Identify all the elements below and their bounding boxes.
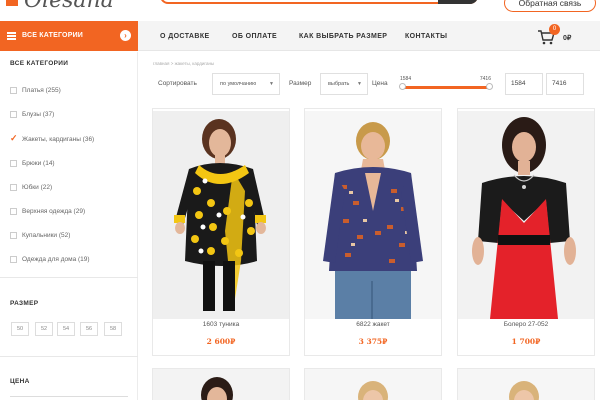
sort-select[interactable]: по умолчанию ▼ xyxy=(212,73,280,95)
size-select[interactable]: выбрать ▼ xyxy=(320,73,368,95)
sidebar-divider xyxy=(0,277,138,278)
category-label: Брюки (14) xyxy=(22,160,55,167)
size-chip[interactable]: 54 xyxy=(57,322,75,336)
product-name[interactable]: Болеро 27-052 xyxy=(458,321,594,328)
size-chip[interactable]: 50 xyxy=(11,322,29,336)
checkbox[interactable] xyxy=(10,232,17,239)
chevron-down-icon: ▼ xyxy=(269,81,274,87)
nav-link-size-guide[interactable]: КАК ВЫБРАТЬ РАЗМЕР xyxy=(299,33,387,40)
callback-button[interactable]: Обратная связь xyxy=(504,0,596,12)
product-image[interactable] xyxy=(305,369,442,400)
checkbox[interactable] xyxy=(10,184,17,191)
slider-track[interactable] xyxy=(402,86,492,89)
price-max-input[interactable]: 7416 xyxy=(546,73,584,95)
category-label: Верхняя одежда (29) xyxy=(22,208,86,215)
chevron-right-icon: › xyxy=(120,30,131,41)
category-label: Юбки (22) xyxy=(22,184,53,191)
size-select-value: выбрать xyxy=(328,81,350,87)
product-price: 2 600₽ xyxy=(206,337,236,346)
main-navbar: ВСЕ КАТЕГОРИИ › О ДОСТАВКЕ ОБ ОПЛАТЕ КАК… xyxy=(0,21,600,51)
product-card[interactable]: 6822 жакет 3 375₽ xyxy=(304,108,442,356)
sort-label: Сортировать xyxy=(158,80,197,87)
checkmark-icon[interactable]: ✓ xyxy=(10,133,18,144)
size-chip[interactable]: 52 xyxy=(35,322,53,336)
size-chip[interactable]: 56 xyxy=(80,322,98,336)
logo-mark[interactable] xyxy=(6,0,18,6)
product-name[interactable]: 1603 туника xyxy=(153,321,289,328)
sidebar: ВСЕ КАТЕГОРИИ РАЗМЕР ЦЕНА xyxy=(0,52,138,400)
product-card[interactable] xyxy=(304,368,442,400)
checkbox[interactable] xyxy=(10,160,17,167)
checkbox[interactable] xyxy=(10,256,17,263)
product-price: 1 700₽ xyxy=(511,337,541,346)
price-title: ЦЕНА xyxy=(10,378,30,385)
product-image[interactable] xyxy=(458,111,594,319)
sidebar-divider xyxy=(0,356,138,357)
product-image[interactable] xyxy=(305,111,441,319)
product-name[interactable]: 6822 жакет xyxy=(305,321,441,328)
nav-link-payment[interactable]: ОБ ОПЛАТЕ xyxy=(232,33,277,40)
product-image[interactable] xyxy=(153,369,290,400)
checkbox[interactable] xyxy=(10,87,17,94)
price-filter-label: Цена xyxy=(372,80,388,87)
slider-max-label: 7416 xyxy=(479,76,491,82)
slider-handle-max[interactable] xyxy=(486,83,493,90)
category-label: Купальники (52) xyxy=(22,232,71,239)
checkbox[interactable] xyxy=(10,208,17,215)
search-bar[interactable] xyxy=(160,0,478,4)
product-price: 3 375₽ xyxy=(358,337,388,346)
price-min-input[interactable]: 1584 xyxy=(505,73,543,95)
cart-total[interactable]: 0₽ xyxy=(563,34,571,42)
all-categories-label: ВСЕ КАТЕГОРИИ xyxy=(22,32,84,39)
product-card[interactable] xyxy=(152,368,290,400)
sort-value: по умолчанию xyxy=(220,81,257,87)
category-label: Платья (255) xyxy=(22,87,61,94)
product-image[interactable] xyxy=(458,369,595,400)
all-categories-button[interactable]: ВСЕ КАТЕГОРИИ › xyxy=(0,21,138,51)
category-label: Жакеты, кардиганы (36) xyxy=(22,136,95,143)
menu-icon xyxy=(7,32,16,40)
slider-min-label: 1584 xyxy=(400,76,412,82)
search-button[interactable] xyxy=(438,0,478,4)
size-title: РАЗМЕР xyxy=(10,300,39,307)
category-label: Одежда для дома (19) xyxy=(22,256,90,263)
chevron-down-icon: ▼ xyxy=(357,81,362,87)
breadcrumb[interactable]: главная > жакеты, кардиганы xyxy=(153,61,214,66)
logo[interactable]: Olesana xyxy=(24,0,114,13)
checkbox[interactable] xyxy=(10,111,17,118)
slider-handle-min[interactable] xyxy=(399,83,406,90)
product-card[interactable]: Болеро 27-052 1 700₽ xyxy=(457,108,595,356)
product-card[interactable]: 1603 туника 2 600₽ xyxy=(152,108,290,356)
category-label: Блузы (37) xyxy=(22,111,55,118)
nav-link-delivery[interactable]: О ДОСТАВКЕ xyxy=(160,33,210,40)
nav-link-contacts[interactable]: КОНТАКТЫ xyxy=(405,33,447,40)
price-slider-track[interactable] xyxy=(10,396,128,397)
price-range-slider[interactable]: 1584 7416 xyxy=(398,73,497,95)
cart-count-badge: 0 xyxy=(549,24,560,35)
product-image[interactable] xyxy=(153,111,289,319)
top-header: Olesana Обратная связь xyxy=(0,0,600,20)
categories-title: ВСЕ КАТЕГОРИИ xyxy=(10,60,69,67)
size-chip[interactable]: 58 xyxy=(104,322,122,336)
size-filter-label: Размер xyxy=(289,80,312,87)
product-card[interactable] xyxy=(457,368,595,400)
